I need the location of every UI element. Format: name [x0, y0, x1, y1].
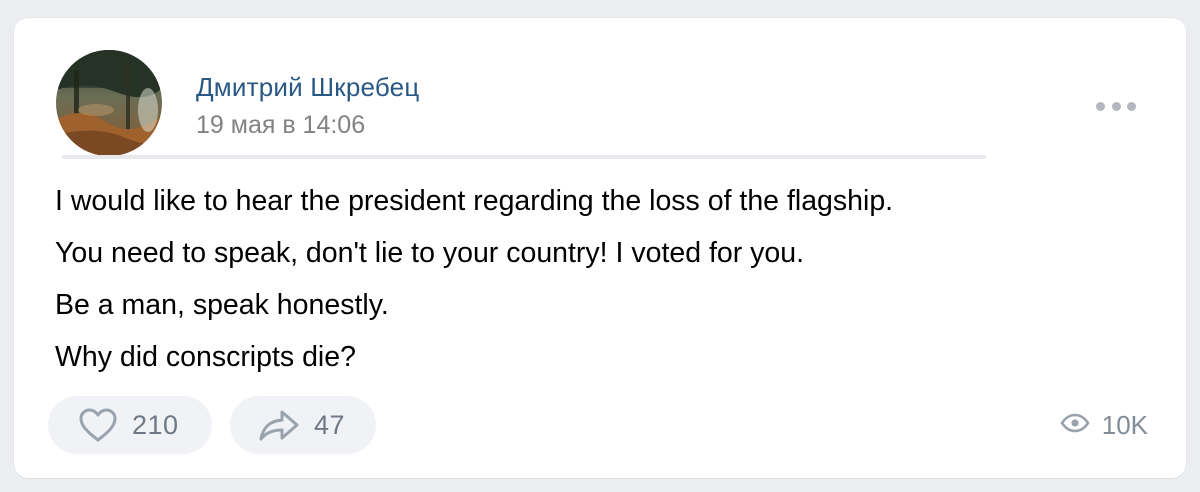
post-line: You need to speak, don't lie to your cou…: [55, 237, 805, 269]
dot: [1096, 101, 1105, 111]
post-line: Be a man, speak honestly.: [55, 289, 389, 321]
views-count: 10K: [1101, 410, 1148, 440]
author-name[interactable]: Дмитрий Шкребец: [196, 72, 419, 103]
heart-icon: [78, 407, 118, 443]
divider: [62, 155, 986, 159]
avatar[interactable]: [56, 50, 162, 156]
share-arrow-icon: [258, 408, 300, 442]
post-line: I would like to hear the president regar…: [55, 185, 894, 217]
dot: [1111, 101, 1121, 111]
eye-icon: [1060, 413, 1090, 438]
share-button[interactable]: 47: [230, 396, 376, 454]
post-date[interactable]: 19 мая в 14:06: [196, 111, 365, 140]
post-card: Дмитрий Шкребец 19 мая в 14:06 I would l…: [14, 18, 1186, 478]
share-count: 47: [314, 409, 346, 440]
like-button[interactable]: 210: [48, 396, 212, 454]
post-line: Why did conscripts die?: [55, 341, 356, 373]
post-text: I would like to hear the president regar…: [55, 175, 1135, 383]
dot: [1127, 101, 1136, 111]
views-counter: 10K: [1060, 410, 1148, 441]
like-count: 210: [132, 409, 179, 440]
more-dots-icon[interactable]: [1096, 98, 1136, 114]
avatar-image: [56, 50, 162, 156]
